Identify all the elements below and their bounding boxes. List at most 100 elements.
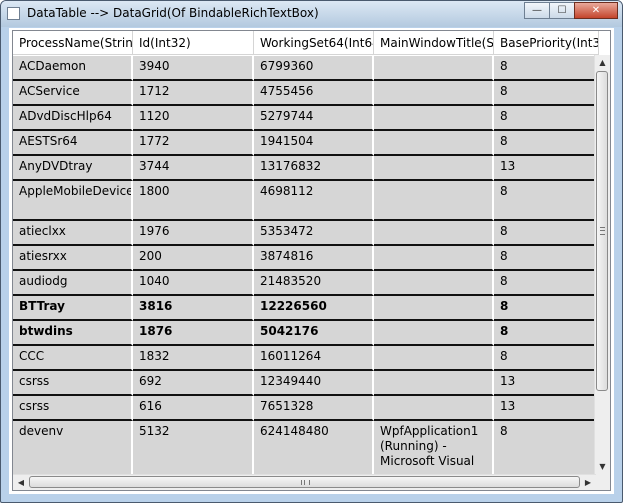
horizontal-scrollbar[interactable]: ◀ ▶ xyxy=(13,474,596,490)
table-cell[interactable]: 1876 xyxy=(133,321,254,346)
table-cell[interactable]: atieclxx xyxy=(13,221,133,246)
table-cell[interactable] xyxy=(374,81,494,106)
table-cell[interactable]: 5132 xyxy=(133,421,254,476)
minimize-button[interactable]: — xyxy=(524,2,550,19)
table-cell[interactable]: 16011264 xyxy=(254,346,374,371)
table-cell[interactable]: ACDaemon xyxy=(13,56,133,81)
table-cell[interactable]: csrss xyxy=(13,396,133,421)
table-row[interactable]: CCC 1832 16011264 8 xyxy=(13,346,603,371)
table-cell[interactable]: 8 xyxy=(494,296,603,321)
data-grid[interactable]: ProcessName(String) Id(Int32) WorkingSet… xyxy=(12,30,611,491)
scroll-down-arrow-icon[interactable]: ▼ xyxy=(595,459,610,475)
table-cell[interactable]: 8 xyxy=(494,56,603,81)
table-cell[interactable] xyxy=(374,156,494,181)
table-cell[interactable]: 3744 xyxy=(133,156,254,181)
table-cell[interactable]: 6799360 xyxy=(254,56,374,81)
table-cell[interactable] xyxy=(374,106,494,131)
table-row[interactable]: AppleMobileDeviceService18004698112 8 xyxy=(13,181,603,221)
table-cell[interactable]: ACService xyxy=(13,81,133,106)
close-button[interactable]: ✕ xyxy=(574,2,618,19)
horizontal-scroll-thumb[interactable] xyxy=(29,476,580,488)
table-cell[interactable] xyxy=(374,371,494,396)
table-cell[interactable]: 624148480 xyxy=(254,421,374,476)
table-cell[interactable]: WpfApplication1 (Running) - Microsoft Vi… xyxy=(374,421,494,476)
table-cell[interactable]: 13 xyxy=(494,156,603,181)
table-cell[interactable]: 4698112 xyxy=(254,181,374,221)
table-cell[interactable]: 1712 xyxy=(133,81,254,106)
table-row[interactable]: AESTSr64 1772 1941504 8 xyxy=(13,131,603,156)
table-cell[interactable]: 8 xyxy=(494,246,603,271)
table-cell[interactable]: 8 xyxy=(494,346,603,371)
table-cell[interactable]: 8 xyxy=(494,106,603,131)
table-cell[interactable] xyxy=(374,246,494,271)
scroll-up-arrow-icon[interactable]: ▲ xyxy=(595,55,610,71)
table-row[interactable]: atieclxx 1976 5353472 8 xyxy=(13,221,603,246)
table-cell[interactable]: csrss xyxy=(13,371,133,396)
table-cell[interactable]: audiodg xyxy=(13,271,133,296)
vertical-scroll-thumb[interactable] xyxy=(596,71,608,391)
table-cell[interactable] xyxy=(374,271,494,296)
table-cell[interactable]: AppleMobileDeviceService xyxy=(13,181,133,221)
table-cell[interactable]: 21483520 xyxy=(254,271,374,296)
table-cell[interactable]: atiesrxx xyxy=(13,246,133,271)
table-cell[interactable]: 3816 xyxy=(133,296,254,321)
table-cell[interactable]: 8 xyxy=(494,421,603,476)
table-cell[interactable]: 12226560 xyxy=(254,296,374,321)
table-cell[interactable] xyxy=(374,321,494,346)
table-row[interactable]: AnyDVDtray 3744 13176832 13 xyxy=(13,156,603,181)
title-bar[interactable]: DataTable --> DataGrid(Of BindableRichTe… xyxy=(1,1,622,27)
table-cell[interactable]: 1941504 xyxy=(254,131,374,156)
maximize-button[interactable]: ☐ xyxy=(549,2,575,19)
table-row[interactable]: btwdins 1876 5042176 8 xyxy=(13,321,603,346)
table-cell[interactable]: 7651328 xyxy=(254,396,374,421)
table-cell[interactable]: devenv xyxy=(13,421,133,476)
table-cell[interactable] xyxy=(374,346,494,371)
table-cell[interactable]: 5353472 xyxy=(254,221,374,246)
table-cell[interactable]: 12349440 xyxy=(254,371,374,396)
table-cell[interactable] xyxy=(374,396,494,421)
table-cell[interactable]: 1772 xyxy=(133,131,254,156)
table-cell[interactable]: ADvdDiscHlp64 xyxy=(13,106,133,131)
table-row[interactable]: ACDaemon 3940 6799360 8 xyxy=(13,56,603,81)
table-cell[interactable] xyxy=(374,221,494,246)
table-cell[interactable]: 200 xyxy=(133,246,254,271)
table-cell[interactable]: 8 xyxy=(494,321,603,346)
table-cell[interactable] xyxy=(374,131,494,156)
table-cell[interactable]: 13 xyxy=(494,371,603,396)
table-cell[interactable] xyxy=(374,181,494,221)
column-header-basepriority[interactable]: BasePriority(Int32) xyxy=(494,31,599,55)
table-cell[interactable]: 13 xyxy=(494,396,603,421)
table-cell[interactable]: 1040 xyxy=(133,271,254,296)
column-header-id[interactable]: Id(Int32) xyxy=(133,31,254,55)
table-cell[interactable]: 13176832 xyxy=(254,156,374,181)
table-cell[interactable]: 8 xyxy=(494,131,603,156)
table-row[interactable]: devenv 5132 624148480 WpfApplication1 (Runn… xyxy=(13,421,603,476)
table-cell[interactable]: 5279744 xyxy=(254,106,374,131)
table-cell[interactable]: AnyDVDtray xyxy=(13,156,133,181)
table-cell[interactable]: 3940 xyxy=(133,56,254,81)
table-row[interactable]: audiodg 1040 21483520 8 xyxy=(13,271,603,296)
table-row[interactable]: atiesrxx 200 3874816 8 xyxy=(13,246,603,271)
table-row[interactable]: ACService 1712 4755456 8 xyxy=(13,81,603,106)
table-cell[interactable]: 3874816 xyxy=(254,246,374,271)
table-cell[interactable] xyxy=(374,56,494,81)
scroll-right-arrow-icon[interactable]: ▶ xyxy=(580,475,596,490)
table-row[interactable]: csrss 692 12349440 13 xyxy=(13,371,603,396)
column-header-mainwindowtitle[interactable]: MainWindowTitle(String) xyxy=(374,31,494,55)
table-cell[interactable]: AESTSr64 xyxy=(13,131,133,156)
table-cell[interactable]: 8 xyxy=(494,181,603,221)
table-cell[interactable]: 1800 xyxy=(133,181,254,221)
table-cell[interactable]: 1832 xyxy=(133,346,254,371)
table-cell[interactable]: btwdins xyxy=(13,321,133,346)
vertical-scrollbar[interactable]: ▲ ▼ xyxy=(594,55,610,475)
table-cell[interactable]: CCC xyxy=(13,346,133,371)
table-cell[interactable]: 1120 xyxy=(133,106,254,131)
table-row[interactable]: csrss 616 7651328 13 xyxy=(13,396,603,421)
table-cell[interactable]: 8 xyxy=(494,81,603,106)
table-cell[interactable]: 616 xyxy=(133,396,254,421)
table-cell[interactable] xyxy=(374,296,494,321)
table-cell[interactable]: 5042176 xyxy=(254,321,374,346)
table-cell[interactable]: 1976 xyxy=(133,221,254,246)
column-header-processname[interactable]: ProcessName(String) xyxy=(13,31,133,55)
scroll-left-arrow-icon[interactable]: ◀ xyxy=(13,475,29,490)
